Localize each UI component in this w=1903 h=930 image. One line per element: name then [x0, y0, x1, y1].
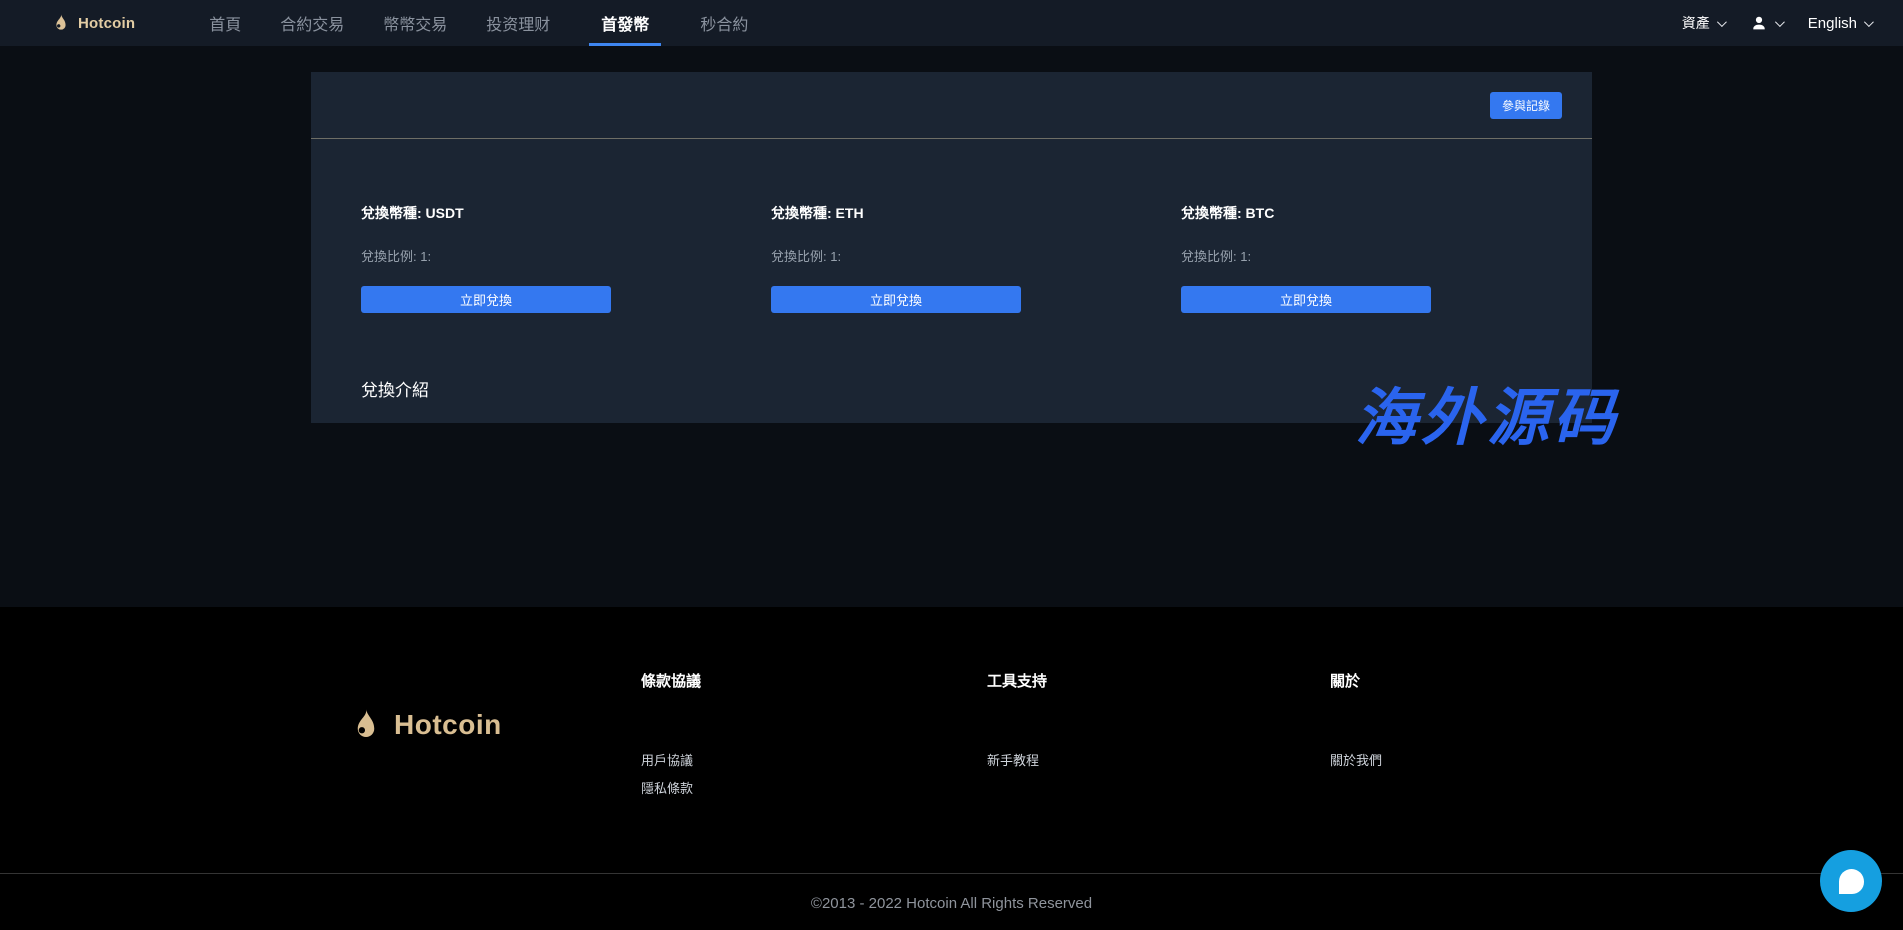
brand-logo[interactable]: Hotcoin: [51, 13, 135, 33]
ratio-label: 兌換比例: 1:: [361, 246, 611, 265]
footer-link-beginner-tutorial[interactable]: 新手教程: [987, 752, 1047, 769]
nav-item-spot-trade[interactable]: 幣幣交易: [383, 0, 447, 46]
ratio-label: 兌換比例: 1:: [771, 246, 1021, 265]
coin-label: 兌換幣種: USDT: [361, 203, 611, 223]
nav-item-home[interactable]: 首頁: [209, 0, 241, 46]
footer-heading-about: 關於: [1330, 670, 1382, 691]
nav-item-second-contract[interactable]: 秒合約: [700, 0, 748, 46]
card-header: 參與記錄: [311, 72, 1592, 139]
exchange-now-button-usdt[interactable]: 立即兌換: [361, 286, 611, 313]
exchange-row: 兌換幣種: USDT 兌換比例: 1: 立即兌換 兌換幣種: ETH 兌換比例:…: [361, 203, 1592, 313]
exchange-now-button-btc[interactable]: 立即兌換: [1181, 286, 1431, 313]
language-dropdown[interactable]: English: [1808, 15, 1871, 32]
language-label: English: [1808, 15, 1857, 32]
footer-link-user-agreement[interactable]: 用戶協議: [641, 752, 701, 769]
footer-column-about: 關於 關於我們: [1330, 670, 1382, 780]
main-navigation: 首頁 合約交易 幣幣交易 投资理财 首發幣 秒合約: [209, 0, 748, 46]
topbar: Hotcoin 首頁 合約交易 幣幣交易 投资理财 首發幣 秒合約 資產 Eng…: [0, 0, 1903, 46]
nav-item-ieo-active[interactable]: 首發幣: [589, 0, 661, 46]
footer-heading-terms: 條款協議: [641, 670, 701, 691]
card-body: 兌換幣種: USDT 兌換比例: 1: 立即兌換 兌換幣種: ETH 兌換比例:…: [311, 139, 1592, 401]
chevron-down-icon: [1775, 17, 1785, 27]
chat-bubble-icon: [1839, 869, 1864, 894]
brand-name: Hotcoin: [78, 15, 135, 32]
assets-label: 資產: [1682, 13, 1710, 33]
coin-label: 兌換幣種: ETH: [771, 203, 1021, 223]
footer-divider: [0, 873, 1903, 874]
footer-link-about-us[interactable]: 關於我們: [1330, 752, 1382, 769]
exchange-now-button-eth[interactable]: 立即兌換: [771, 286, 1021, 313]
ieo-exchange-card: 參與記錄 兌換幣種: USDT 兌換比例: 1: 立即兌換 兌換幣種: ETH …: [311, 72, 1592, 423]
exchange-col-btc: 兌換幣種: BTC 兌換比例: 1: 立即兌換: [1181, 203, 1431, 313]
user-icon: [1750, 14, 1768, 32]
user-menu-dropdown[interactable]: [1750, 14, 1782, 32]
flame-icon: [348, 707, 384, 743]
main-content: 參與記錄 兌換幣種: USDT 兌換比例: 1: 立即兌換 兌換幣種: ETH …: [0, 46, 1903, 607]
exchange-intro-title: 兌換介紹: [361, 376, 1592, 401]
footer-brand-name: Hotcoin: [394, 709, 502, 741]
exchange-col-usdt: 兌換幣種: USDT 兌換比例: 1: 立即兌換: [361, 203, 611, 313]
exchange-col-eth: 兌換幣種: ETH 兌換比例: 1: 立即兌換: [771, 203, 1021, 313]
footer-column-terms: 條款協議 用戶協議 隱私條款: [641, 670, 701, 808]
assets-dropdown[interactable]: 資產: [1682, 13, 1724, 33]
footer-link-privacy[interactable]: 隱私條款: [641, 780, 701, 797]
copyright-text: ©2013 - 2022 Hotcoin All Rights Reserved: [0, 895, 1903, 912]
footer: Hotcoin 條款協議 用戶協議 隱私條款 工具支持 新手教程 關於 關於我們…: [0, 607, 1903, 930]
chat-support-button[interactable]: [1820, 850, 1882, 912]
topbar-right: 資產 English: [1682, 13, 1871, 33]
ratio-label: 兌換比例: 1:: [1181, 246, 1431, 265]
chevron-down-icon: [1717, 17, 1727, 27]
footer-column-tools: 工具支持 新手教程: [987, 670, 1047, 780]
coin-label: 兌換幣種: BTC: [1181, 203, 1431, 223]
nav-item-invest[interactable]: 投资理财: [486, 0, 550, 46]
chevron-down-icon: [1864, 17, 1874, 27]
footer-brand-logo: Hotcoin: [348, 707, 502, 743]
flame-icon: [51, 13, 71, 33]
footer-heading-tools: 工具支持: [987, 670, 1047, 691]
nav-item-contract-trade[interactable]: 合約交易: [280, 0, 344, 46]
participation-records-button[interactable]: 參與記錄: [1490, 92, 1562, 119]
